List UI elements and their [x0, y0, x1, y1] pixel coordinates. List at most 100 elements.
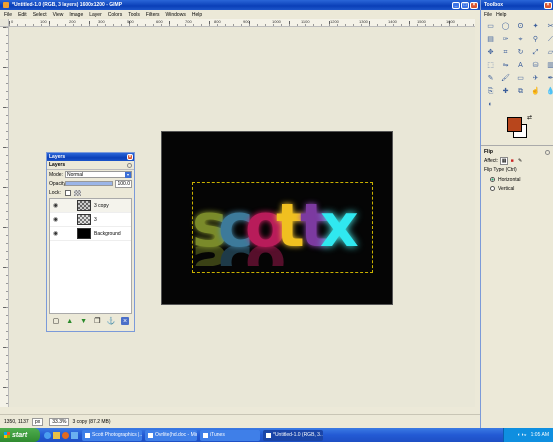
- blend-icon[interactable]: ▥: [545, 60, 553, 71]
- tray-icons[interactable]: ◐◑◒: [518, 432, 527, 438]
- flip-option-horizontal[interactable]: Horizontal: [490, 175, 550, 184]
- layers-tab: Layers: [47, 161, 134, 170]
- layers-title-bar: Layers ×: [47, 153, 134, 161]
- clock: 1:05 AM: [530, 432, 549, 438]
- color-picker-icon[interactable]: ⌖: [515, 34, 526, 45]
- raise-layer-icon[interactable]: ▲: [66, 317, 74, 325]
- layer-link-toggle[interactable]: [63, 217, 69, 223]
- opacity-slider[interactable]: [65, 181, 114, 186]
- vertical-ruler: [0, 27, 9, 407]
- layer-link-toggle[interactable]: [63, 203, 69, 209]
- clone-icon[interactable]: ⎘: [485, 86, 496, 97]
- menu-windows[interactable]: Windows: [166, 12, 186, 18]
- menu-colors[interactable]: Colors: [108, 12, 122, 18]
- maximize-button[interactable]: □: [461, 1, 469, 9]
- flip-option-vertical[interactable]: Vertical: [490, 184, 550, 193]
- eye-icon[interactable]: ◉: [53, 202, 60, 209]
- duplicate-layer-icon[interactable]: ❐: [93, 317, 101, 325]
- layer-link-toggle[interactable]: [63, 231, 69, 237]
- anchor-layer-icon[interactable]: ⚓: [107, 317, 116, 325]
- swap-colors-icon[interactable]: ⇄: [527, 114, 532, 121]
- zoom-select[interactable]: 33.3%: [49, 417, 70, 426]
- minimize-button[interactable]: _: [452, 1, 460, 9]
- menu-filters[interactable]: Filters: [146, 12, 160, 18]
- media-icon[interactable]: [62, 431, 69, 439]
- taskbar-item[interactable]: *Untitled-1.0 (RGB, 3...: [263, 429, 323, 441]
- menu-help[interactable]: Help: [192, 12, 202, 18]
- lock-alpha-icon[interactable]: [74, 189, 81, 196]
- eye-icon[interactable]: ◉: [53, 216, 60, 223]
- tab-menu-icon[interactable]: [127, 162, 132, 168]
- menu-edit[interactable]: Edit: [18, 12, 27, 18]
- lower-layer-icon[interactable]: ▼: [80, 317, 88, 325]
- perspective-icon[interactable]: ⬚: [485, 60, 496, 71]
- ellipse-select-icon[interactable]: ◯: [500, 21, 511, 32]
- menu-view[interactable]: View: [53, 12, 64, 18]
- color-select-icon[interactable]: ▤: [485, 34, 496, 45]
- crop-icon[interactable]: ⌗: [500, 47, 511, 58]
- paintbrush-icon[interactable]: 🖌: [500, 73, 511, 84]
- move-icon[interactable]: ✥: [485, 47, 496, 58]
- fuzzy-select-icon[interactable]: ✦: [530, 21, 541, 32]
- paths-icon[interactable]: ✑: [500, 34, 511, 45]
- toolbox-close-button[interactable]: ×: [544, 1, 552, 9]
- text-icon[interactable]: A: [515, 60, 526, 71]
- layer-list: ◉ 3 copy ◉ 3 ◉ Background: [49, 198, 132, 314]
- layers-close-button[interactable]: ×: [127, 154, 133, 160]
- toolbox-file-menu[interactable]: File: [484, 12, 492, 18]
- opacity-value[interactable]: 100.0: [115, 179, 132, 188]
- radio-button[interactable]: [490, 186, 495, 191]
- measure-icon[interactable]: ⟋: [545, 34, 553, 45]
- desktop-icon[interactable]: [71, 431, 78, 439]
- lock-pixels-checkbox[interactable]: [65, 189, 71, 196]
- lasso-icon[interactable]: ʘ: [515, 21, 526, 32]
- radio-button[interactable]: [490, 177, 495, 182]
- menu-tools[interactable]: Tools: [128, 12, 140, 18]
- pencil-icon[interactable]: ✎: [485, 73, 496, 84]
- rect-select-icon[interactable]: ▭: [485, 21, 496, 32]
- system-tray: ◐◑◒ 1:05 AM: [503, 428, 553, 442]
- ie-icon[interactable]: [44, 431, 51, 439]
- affect-selection-icon[interactable]: ■: [508, 157, 516, 165]
- close-button[interactable]: ×: [470, 1, 478, 9]
- shear-icon[interactable]: ▱: [545, 47, 553, 58]
- rotate-icon[interactable]: ↻: [515, 47, 526, 58]
- delete-layer-icon[interactable]: ×: [121, 317, 130, 325]
- zoom-icon[interactable]: ⚲: [530, 34, 541, 45]
- image-canvas[interactable]: s c o t t x s c o scottx: [162, 132, 392, 304]
- affect-path-icon[interactable]: ✎: [516, 157, 524, 165]
- taskbar-item[interactable]: Scott Photographics |...: [82, 429, 142, 441]
- menu-image[interactable]: Image: [69, 12, 83, 18]
- taskbar-item[interactable]: iTunes: [200, 429, 260, 441]
- layer-row[interactable]: ◉ 3: [50, 213, 131, 227]
- eye-icon[interactable]: ◉: [53, 230, 60, 237]
- flip-icon[interactable]: ⇋: [500, 60, 511, 71]
- taskbar-item[interactable]: Ovrlite(hd.doc - Micr...: [145, 429, 197, 441]
- unit-select[interactable]: px: [32, 417, 44, 426]
- menu-file[interactable]: File: [4, 12, 12, 18]
- affect-layer-icon[interactable]: ▦: [500, 157, 509, 165]
- outlook-icon[interactable]: [53, 431, 60, 439]
- airbrush-icon[interactable]: ✈: [530, 73, 541, 84]
- heal-icon[interactable]: ✚: [500, 86, 511, 97]
- dodge-burn-icon[interactable]: ◐: [485, 99, 496, 110]
- smudge-icon[interactable]: ☝: [530, 86, 541, 97]
- eraser-icon[interactable]: ▭: [515, 73, 526, 84]
- toolbox-xtns-menu[interactable]: Help: [496, 12, 506, 18]
- layer-row[interactable]: ◉ Background: [50, 227, 131, 241]
- bucket-fill-icon[interactable]: ⛁: [530, 60, 541, 71]
- foreground-color-swatch[interactable]: [507, 117, 522, 132]
- tool-options-menu-icon[interactable]: [545, 149, 550, 155]
- scissors-icon[interactable]: ✂: [545, 21, 553, 32]
- menu-select[interactable]: Select: [33, 12, 47, 18]
- ink-icon[interactable]: ✒: [545, 73, 553, 84]
- status-bar: 1350, 1137 px 33.3% 3 copy (87.2 MB): [0, 414, 480, 428]
- blur-icon[interactable]: 💧: [545, 86, 553, 97]
- start-button[interactable]: start: [0, 428, 40, 442]
- perspective-clone-icon[interactable]: ⧉: [515, 86, 526, 97]
- mode-select[interactable]: Normal ▾: [65, 171, 132, 178]
- scale-icon[interactable]: ⤢: [530, 47, 541, 58]
- menu-layer[interactable]: Layer: [89, 12, 102, 18]
- new-layer-icon[interactable]: ▢: [52, 317, 60, 325]
- layer-row[interactable]: ◉ 3 copy: [50, 199, 131, 213]
